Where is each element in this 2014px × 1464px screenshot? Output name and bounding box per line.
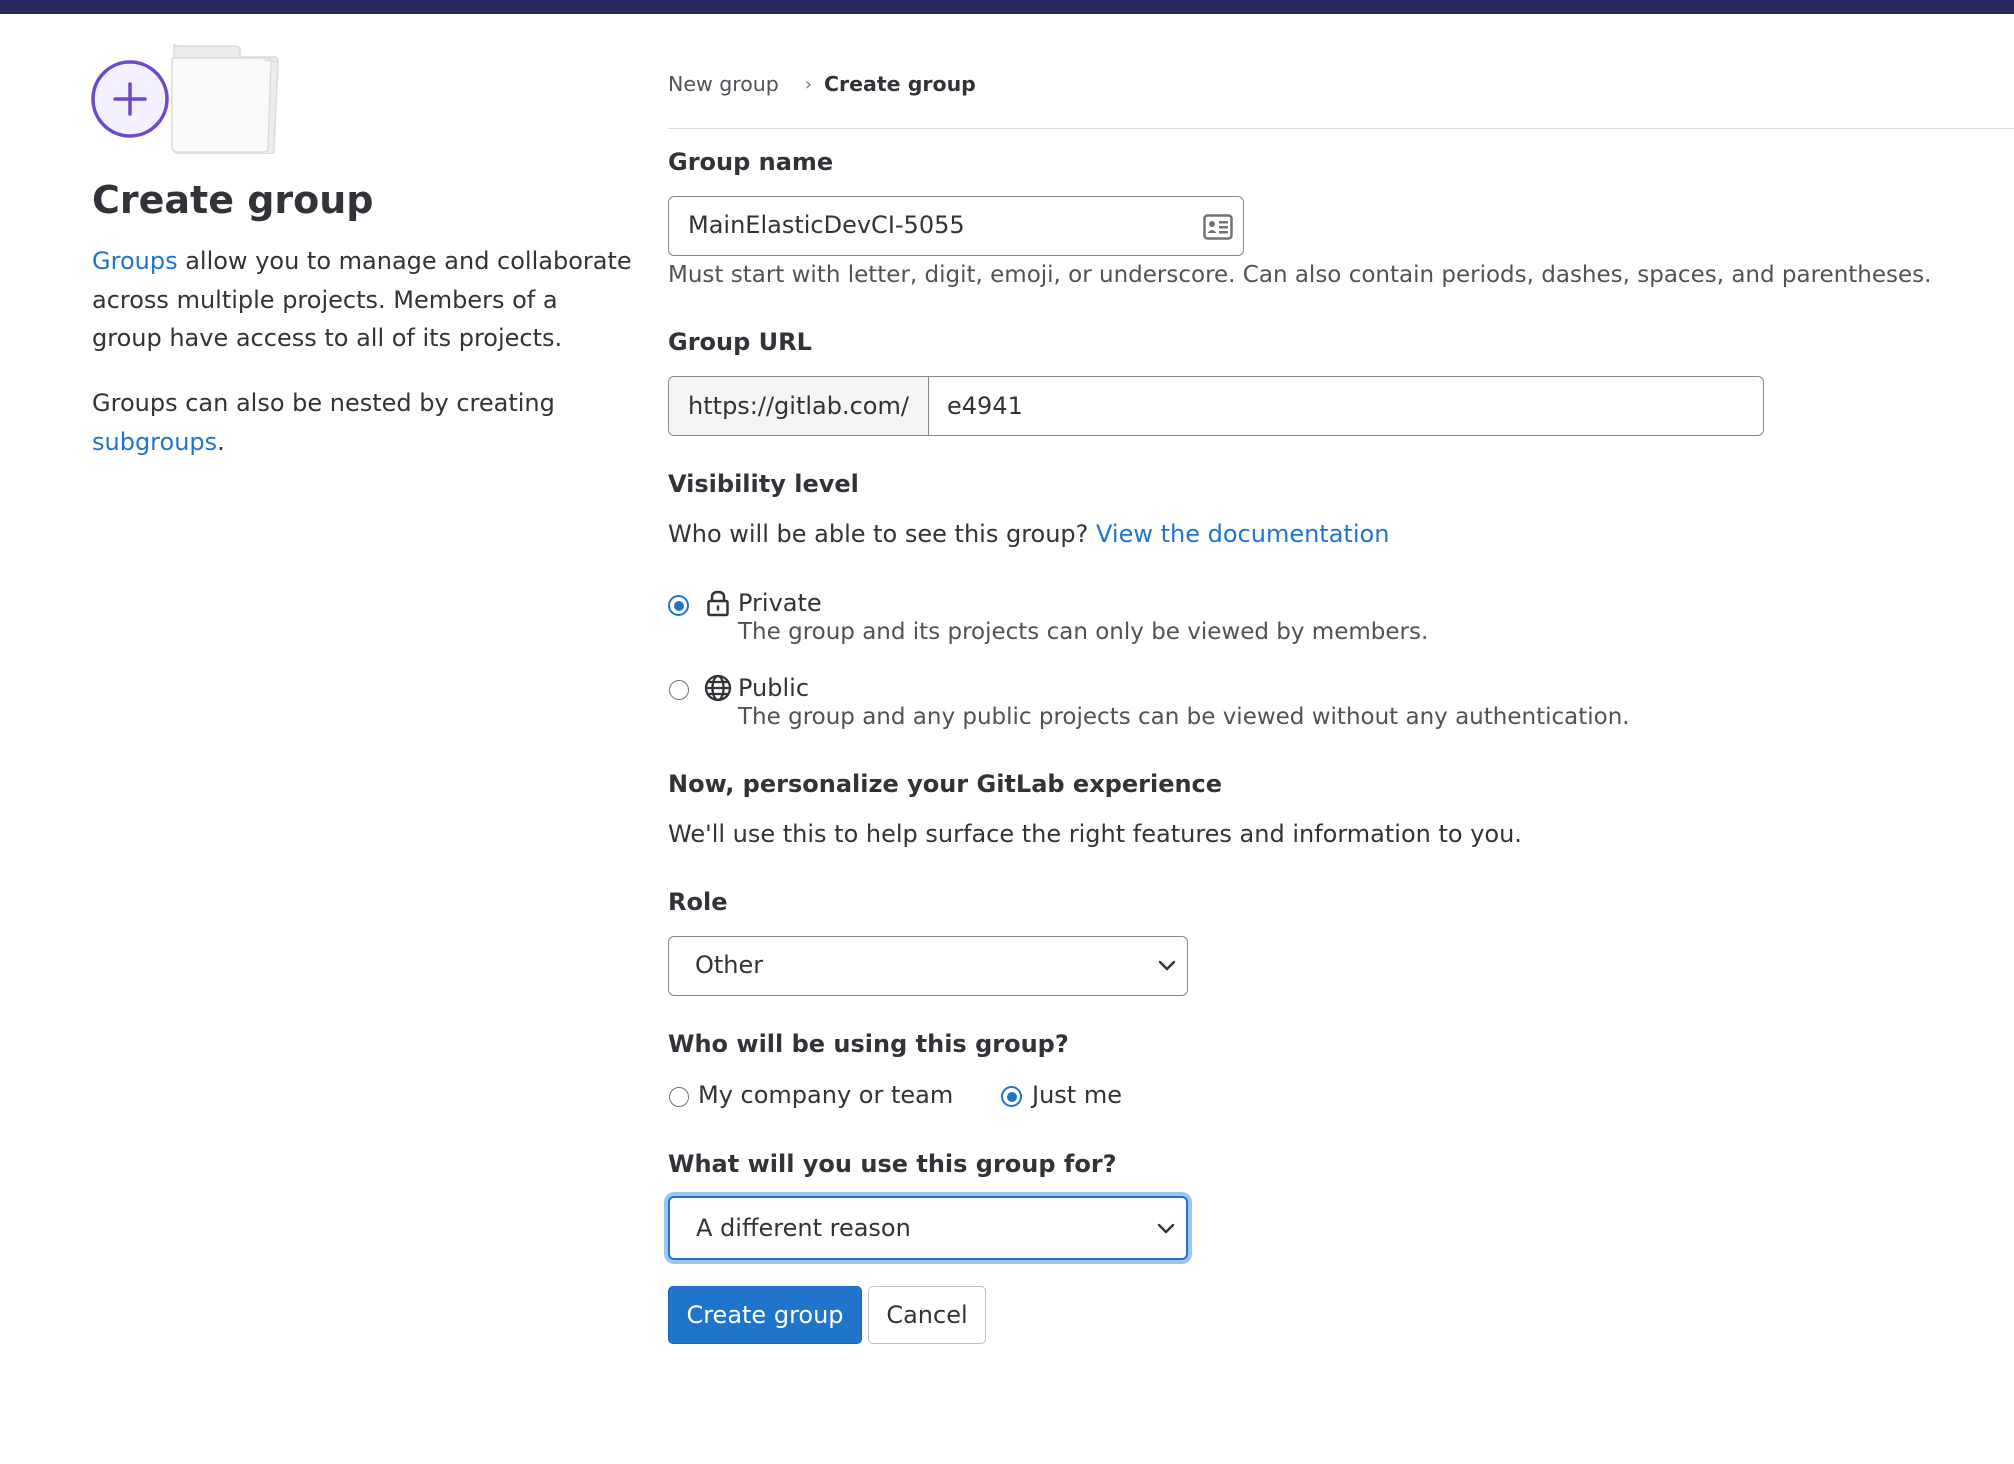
company-team-radio[interactable] xyxy=(669,1087,689,1107)
just-me-radio[interactable] xyxy=(1001,1086,1022,1107)
just-me-label[interactable]: Just me xyxy=(1032,1081,1122,1109)
personalize-text: We'll use this to help surface the right… xyxy=(668,820,1522,848)
visibility-private-desc: The group and its projects can only be v… xyxy=(738,619,1429,645)
personalize-heading: Now, personalize your GitLab experience xyxy=(668,770,1223,798)
sidebar-nested-text: Groups can also be nested by creating su… xyxy=(92,384,632,461)
visibility-level-label: Visibility level xyxy=(668,470,859,498)
visibility-public-title: Public xyxy=(738,674,810,702)
visibility-public-radio[interactable] xyxy=(669,680,689,700)
breadcrumb-separator: › xyxy=(804,73,812,95)
sidebar-nested-end: . xyxy=(217,427,225,456)
group-url-input[interactable]: e4941 xyxy=(929,377,1023,435)
breadcrumb: New group › Create group xyxy=(668,72,976,96)
lock-icon xyxy=(707,590,729,617)
group-url-prefix: https://gitlab.com/ xyxy=(669,377,929,435)
breadcrumb-create-group: Create group xyxy=(823,72,976,96)
visibility-public-desc: The group and any public projects can be… xyxy=(738,704,1630,730)
chevron-down-icon xyxy=(1158,960,1176,971)
group-name-value: MainElasticDevCI-5055 xyxy=(688,211,965,239)
view-documentation-link[interactable]: View the documentation xyxy=(1096,520,1389,548)
contact-card-icon[interactable] xyxy=(1203,214,1233,240)
top-navigation-bar xyxy=(0,0,2014,14)
sidebar-nested-label: Groups can also be nested by creating xyxy=(92,389,555,417)
header-divider xyxy=(668,128,2014,129)
visibility-private-radio[interactable] xyxy=(668,595,689,616)
visibility-question-text: Who will be able to see this group? xyxy=(668,520,1097,548)
visibility-private-title: Private xyxy=(738,589,822,617)
role-label: Role xyxy=(668,888,728,916)
sidebar-title: Create group xyxy=(92,178,374,222)
subgroups-link[interactable]: subgroups xyxy=(92,428,217,456)
group-url-label: Group URL xyxy=(668,328,812,356)
visibility-question: Who will be able to see this group? View… xyxy=(668,520,1389,548)
create-group-illustration xyxy=(91,44,279,154)
role-select-value: Other xyxy=(695,951,764,979)
role-select[interactable]: Other xyxy=(668,936,1188,996)
group-url-field: https://gitlab.com/ e4941 xyxy=(668,376,1764,436)
group-name-input[interactable]: MainElasticDevCI-5055 xyxy=(668,196,1244,256)
cancel-button[interactable]: Cancel xyxy=(868,1286,986,1344)
sidebar-intro: Groups allow you to manage and collabora… xyxy=(92,242,632,358)
purpose-select[interactable]: A different reason xyxy=(668,1196,1188,1260)
company-team-label[interactable]: My company or team xyxy=(698,1081,953,1109)
purpose-label: What will you use this group for? xyxy=(668,1150,1117,1178)
chevron-down-icon xyxy=(1157,1223,1175,1234)
breadcrumb-new-group[interactable]: New group xyxy=(668,72,779,96)
who-using-label: Who will be using this group? xyxy=(668,1030,1069,1058)
groups-link[interactable]: Groups xyxy=(92,247,178,275)
purpose-select-value: A different reason xyxy=(696,1214,911,1242)
group-name-help: Must start with letter, digit, emoji, or… xyxy=(668,262,1932,288)
create-group-button[interactable]: Create group xyxy=(668,1286,862,1344)
group-name-label: Group name xyxy=(668,148,834,176)
globe-icon xyxy=(704,674,732,702)
